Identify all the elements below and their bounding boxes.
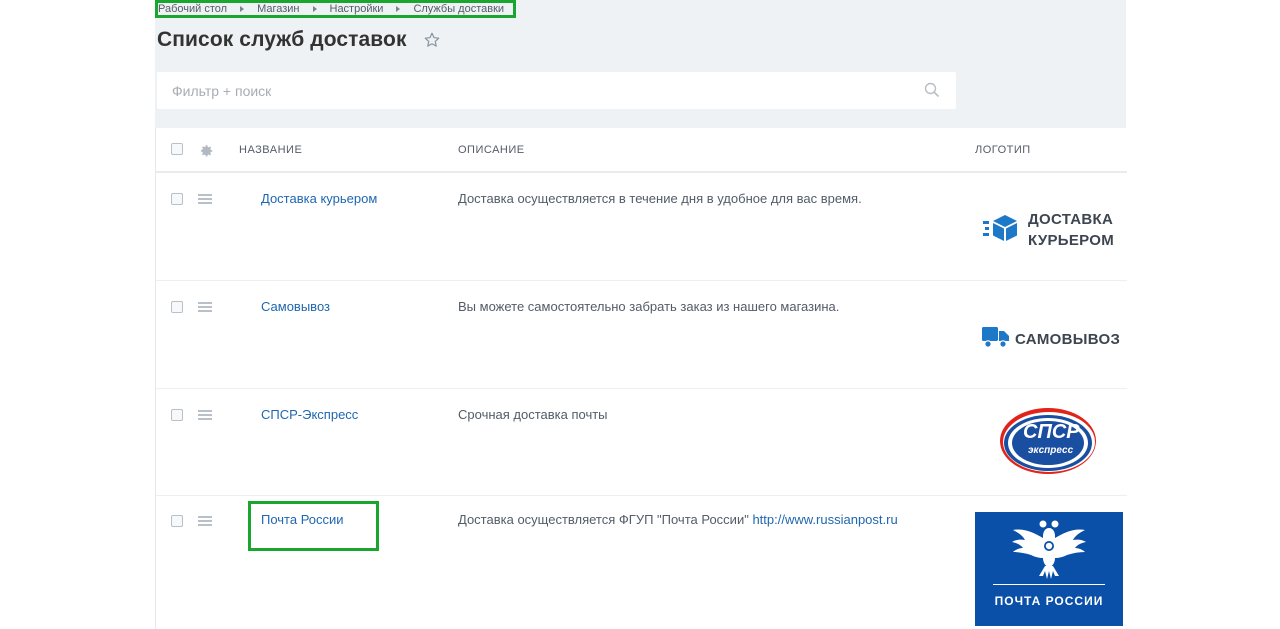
breadcrumb-item-desktop[interactable]: Рабочий стол [158,3,227,15]
title-row: Список служб доставок [157,28,441,52]
table-row: Самовывоз Вы можете самостоятельно забра… [156,282,1127,389]
breadcrumb-separator-icon [312,6,317,12]
row-checkbox[interactable] [171,409,183,421]
breadcrumb-separator-icon [396,6,401,12]
breadcrumb-item-shop[interactable]: Магазин [257,3,299,15]
row-checkbox[interactable] [171,301,183,313]
russian-post-logo: ПОЧТА РОССИИ [975,512,1123,626]
filter-search-box [157,72,956,109]
star-icon[interactable] [423,31,441,49]
row-checkbox[interactable] [171,515,183,527]
page: Рабочий стол Магазин Настройки Службы до… [0,0,1280,629]
service-logo: ДОСТАВКА КУРЬЕРОМ [983,209,1114,251]
truck-icon [982,325,1010,354]
service-description: Доставка осуществляется в течение дня в … [458,191,862,206]
logo-text-line1: САМОВЫВОЗ [1015,331,1121,348]
column-header-logo[interactable]: ЛОГОТИП [975,144,1031,156]
table-header: НАЗВАНИЕ ОПИСАНИЕ ЛОГОТИП [156,128,1127,173]
gear-icon[interactable] [200,144,214,158]
russian-post-logo-underline [993,584,1105,585]
row-checkbox[interactable] [171,193,183,205]
filter-search-input[interactable] [157,72,897,109]
spsr-logo-title: СПСР [1023,421,1080,443]
logo-text-line2: КУРЬЕРОМ [1028,232,1115,249]
drag-handle-icon[interactable] [198,410,212,420]
service-description-text: Доставка осуществляется ФГУП "Почта Росс… [458,512,749,527]
service-logo: САМОВЫВОЗ [982,325,1120,354]
table-row: Доставка курьером Доставка осуществляетс… [156,174,1127,281]
logo-text-line1: ДОСТАВКА [1028,211,1114,228]
column-header-name[interactable]: НАЗВАНИЕ [239,144,302,156]
service-name-link[interactable]: Доставка курьером [261,191,377,206]
box-icon [983,213,1023,248]
column-header-description[interactable]: ОПИСАНИЕ [458,144,525,156]
search-icon[interactable] [924,82,940,98]
breadcrumb-separator-icon [240,6,245,12]
service-name-link[interactable]: Самовывоз [261,299,330,314]
service-description: Срочная доставка почты [458,407,608,422]
service-description: Вы можете самостоятельно забрать заказ и… [458,299,840,314]
service-description: Доставка осуществляется ФГУП "Почта Росс… [458,512,898,527]
select-all-checkbox[interactable] [171,143,183,155]
russianpost-link[interactable]: http://www.russianpost.ru [752,512,897,527]
table-row: Почта России Доставка осуществляется ФГУ… [156,497,1127,629]
page-title: Список служб доставок [157,28,407,51]
eagle-emblem-icon [1009,518,1089,589]
breadcrumb: Рабочий стол Магазин Настройки Службы до… [155,0,516,18]
breadcrumb-item-delivery-services[interactable]: Службы доставки [413,3,504,15]
service-name-link[interactable]: Почта России [261,512,344,527]
drag-handle-icon[interactable] [198,302,212,312]
delivery-services-table: НАЗВАНИЕ ОПИСАНИЕ ЛОГОТИП Доставка курье… [155,128,1127,629]
drag-handle-icon[interactable] [198,516,212,526]
spsr-logo-subtitle: экспресс [1028,445,1074,456]
spsr-logo: СПСР экспресс [999,404,1105,478]
service-name-link[interactable]: СПСР-Экспресс [261,407,358,422]
drag-handle-icon[interactable] [198,194,212,204]
breadcrumb-item-settings[interactable]: Настройки [330,3,384,15]
russian-post-logo-text: ПОЧТА РОССИИ [994,594,1104,608]
table-row: СПСР-Экспресс Срочная доставка почты СПС… [156,390,1127,496]
